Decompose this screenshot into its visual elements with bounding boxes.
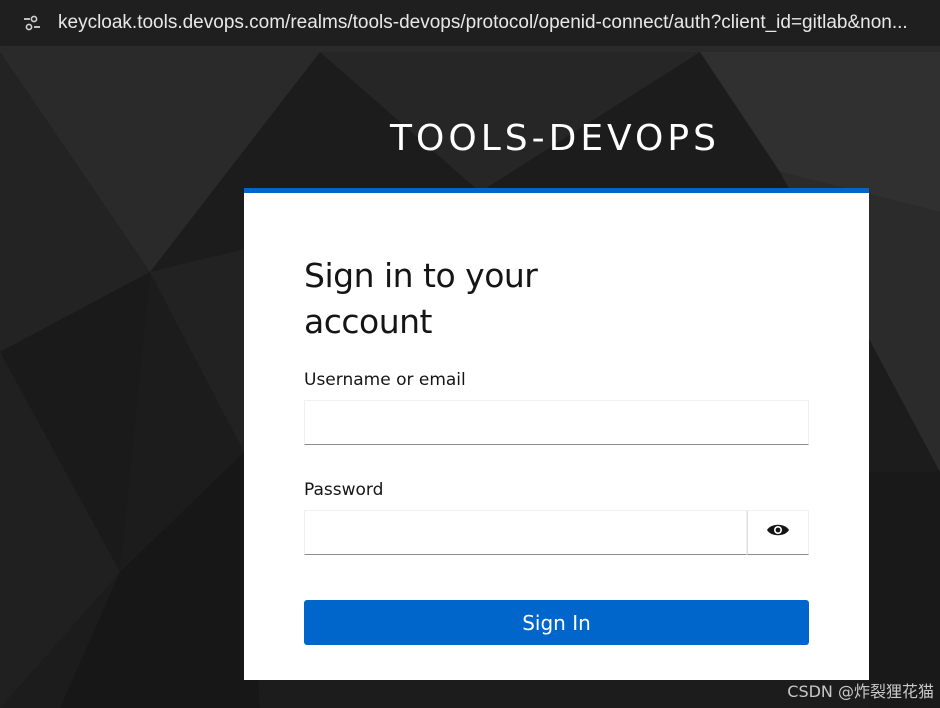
login-page: TOOLS-DEVOPS Sign in to your account Use… (0, 52, 940, 708)
username-label: Username or email (304, 370, 466, 390)
password-label: Password (304, 480, 384, 500)
watermark: CSDN @炸裂狸花猫 (787, 682, 934, 701)
sign-in-button[interactable]: Sign In (304, 600, 809, 645)
browser-address-bar: keycloak.tools.devops.com/realms/tools-d… (0, 0, 940, 46)
password-group (304, 510, 809, 555)
tune-icon[interactable] (22, 14, 42, 32)
login-heading: Sign in to your account (304, 256, 538, 341)
login-card: Sign in to your account Username or emai… (244, 188, 869, 680)
password-input[interactable] (304, 510, 747, 555)
username-input[interactable] (304, 400, 809, 445)
url-field[interactable]: keycloak.tools.devops.com/realms/tools-d… (58, 12, 908, 34)
eye-icon (766, 522, 790, 543)
realm-title: TOOLS-DEVOPS (390, 118, 720, 159)
show-password-button[interactable] (747, 510, 809, 555)
